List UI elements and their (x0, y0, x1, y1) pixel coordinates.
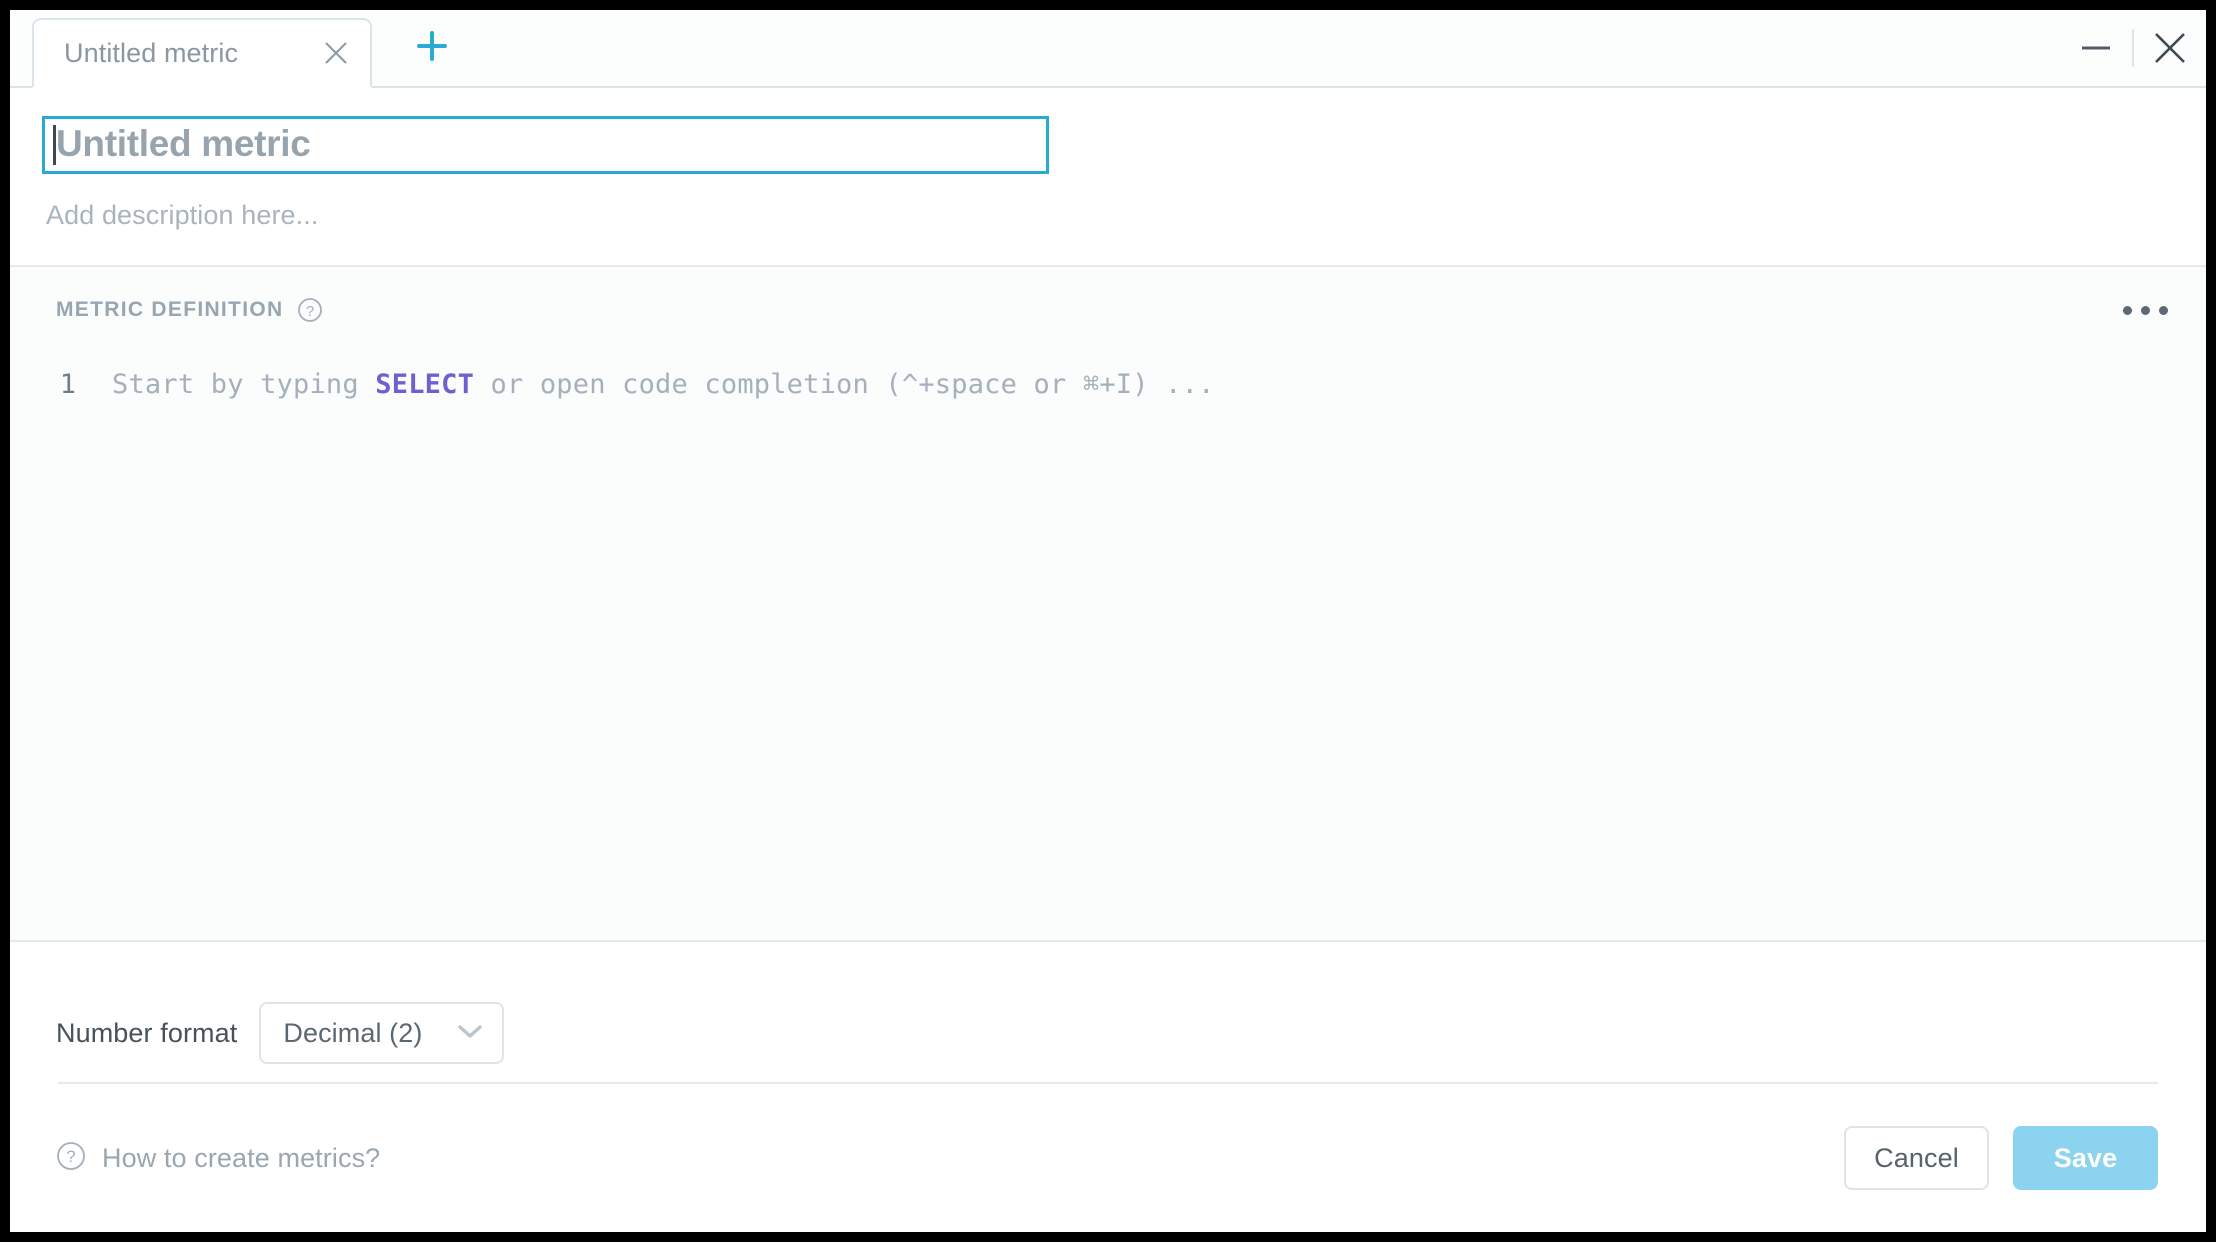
metric-definition-label: METRIC DEFINITION (56, 298, 284, 321)
metric-header: Untitled metric Add description here... (10, 88, 2206, 267)
close-icon[interactable] (310, 27, 362, 79)
tab-untitled-metric[interactable]: Untitled metric (32, 18, 372, 88)
editor-keyword-select: SELECT (375, 369, 475, 400)
sql-code-editor[interactable]: 1 Start by typing SELECT or open code co… (10, 343, 2206, 940)
editor-placeholder-prefix: Start by typing (112, 369, 376, 400)
how-to-create-metrics-link[interactable]: ? How to create metrics? (56, 1141, 380, 1176)
svg-text:?: ? (66, 1147, 75, 1166)
how-to-create-metrics-label: How to create metrics? (102, 1142, 381, 1173)
metric-title-input[interactable]: Untitled metric (42, 116, 1049, 174)
save-button[interactable]: Save (2013, 1126, 2158, 1190)
number-format-row: Number format Decimal (2) (10, 942, 2206, 1082)
ellipsis-dot (2123, 305, 2132, 315)
metric-title-text: Untitled metric (56, 123, 311, 164)
number-format-select[interactable]: Decimal (2) (259, 1002, 505, 1064)
dialog-footer: ? How to create metrics? Cancel Save (10, 1084, 2206, 1232)
application-window: Untitled metric Untitled metric Add desc… (10, 10, 2206, 1232)
minimize-icon[interactable] (2060, 10, 2132, 86)
number-format-value: Decimal (2) (283, 1017, 423, 1048)
svg-text:?: ? (306, 303, 314, 320)
line-number-gutter: 1 (59, 369, 76, 400)
metric-definition-header: METRIC DEFINITION ? (10, 277, 2206, 343)
question-circle-icon[interactable]: ? (297, 297, 323, 323)
editor-placeholder-line: Start by typing SELECT or open code comp… (90, 369, 1215, 940)
new-tab-button[interactable] (406, 20, 458, 72)
ellipsis-dot (2141, 305, 2150, 315)
metric-definition-section: METRIC DEFINITION ? 1 Start by typing SE… (10, 267, 2206, 942)
metric-description-input[interactable]: Add description here... (46, 200, 318, 231)
number-format-label: Number format (56, 1017, 238, 1048)
close-window-icon[interactable] (2134, 10, 2206, 86)
ellipsis-icon[interactable] (2113, 292, 2178, 329)
tab-label: Untitled metric (64, 37, 239, 68)
cancel-button[interactable]: Cancel (1844, 1126, 1989, 1190)
ellipsis-dot (2159, 305, 2168, 315)
window-controls (2060, 10, 2206, 86)
chevron-down-icon (456, 1022, 484, 1045)
editor-placeholder-suffix: or open code completion (^+space or ⌘+I)… (474, 369, 1215, 400)
tab-bar: Untitled metric (10, 10, 2206, 88)
question-circle-icon: ? (56, 1141, 86, 1176)
